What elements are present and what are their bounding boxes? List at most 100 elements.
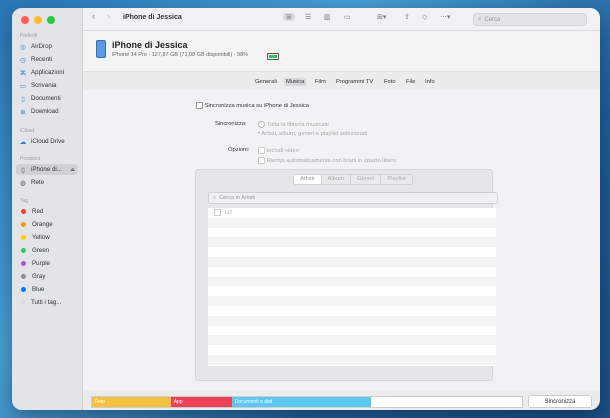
sidebar-tag-yellow[interactable]: Yellow	[16, 232, 78, 243]
tab-generali[interactable]: Generali	[253, 78, 279, 86]
sidebar-item-iphone[interactable]: ▯ iPhone di... ⏏	[16, 164, 78, 175]
forward-icon[interactable]: ›	[107, 11, 110, 21]
sidebar-tag-orange[interactable]: Orange	[16, 219, 78, 230]
storage-label: Documenti e dati	[234, 399, 273, 405]
finder-window: Preferiti ◎ AirDrop ◷ Recenti ⌘ Applicazion…	[12, 8, 600, 410]
tab-programmi-tv[interactable]: Programmi TV	[334, 78, 375, 86]
sidebar-tag-blue[interactable]: Blue	[16, 284, 78, 295]
column-view-icon[interactable]: ▥	[324, 13, 331, 21]
tag-dot-icon	[21, 209, 26, 214]
segment-artisti[interactable]: Artisti	[294, 175, 322, 184]
sidebar-item-airdrop[interactable]: ◎ AirDrop	[16, 41, 78, 52]
include-video-checkbox[interactable]: Includi video	[258, 147, 299, 154]
sidebar-item-label: Yellow	[32, 234, 50, 241]
sidebar-item-recenti[interactable]: ◷ Recenti	[16, 54, 78, 65]
sidebar-all-tags[interactable]: ◌ Tutti i tag...	[16, 297, 78, 308]
tab-info[interactable]: Info	[423, 78, 437, 86]
option-label: Riempi automaticamente con brani in spaz…	[266, 158, 397, 165]
search-field[interactable]: ⌕ Cerca	[473, 13, 587, 26]
device-header: iPhone di Jessica iPhone 14 Pro · 127,87…	[83, 31, 600, 72]
list-item	[208, 237, 496, 248]
back-icon[interactable]: ‹	[92, 11, 95, 21]
sync-selected-option[interactable]: • Artisti, album, generi e playlist sele…	[258, 131, 367, 137]
sidebar-item-label: iCloud Drive	[31, 138, 65, 145]
sidebar-item-label: Purple	[32, 260, 50, 267]
document-icon: ▯	[21, 95, 25, 103]
sync-music-checkbox[interactable]: Sincronizza musica su iPhone di Jessica	[196, 102, 309, 109]
list-item	[208, 315, 496, 326]
sidebar-item-download[interactable]: ⊕ Download	[16, 106, 78, 117]
group-icon[interactable]: ⊞▾	[377, 13, 386, 21]
icon-view-icon[interactable]: ⊞	[283, 13, 295, 21]
list-item	[208, 228, 496, 238]
tag-icon[interactable]: ◇	[422, 13, 427, 21]
sidebar-item-label: Rete	[31, 179, 45, 186]
sync-button[interactable]: Sincronizza	[528, 395, 592, 408]
window-controls	[21, 16, 55, 24]
list-item	[208, 276, 496, 287]
radio-selected-icon[interactable]: •	[258, 131, 260, 137]
search-input: Cerca	[484, 16, 501, 23]
network-icon: ◍	[20, 179, 26, 187]
more-icon[interactable]: ⋯▾	[440, 13, 451, 21]
tag-dot-icon	[21, 235, 26, 240]
section-title-icloud: iCloud	[20, 128, 35, 134]
tag-dot-icon	[21, 261, 26, 266]
list-item	[208, 335, 496, 346]
sidebar-tag-red[interactable]: Red	[16, 206, 78, 217]
sidebar-item-label: Recenti	[31, 56, 52, 63]
sidebar-item-label: Red	[32, 208, 44, 215]
sidebar-tag-gray[interactable]: Gray	[16, 271, 78, 282]
close-button[interactable]	[21, 16, 29, 24]
option-label: Artisti, album, generi e playlist selezi…	[261, 131, 368, 137]
list-item	[208, 326, 496, 336]
sidebar-item-icloud-drive[interactable]: ☁ iCloud Drive	[16, 136, 78, 147]
list-item	[208, 247, 496, 257]
gallery-view-icon[interactable]: ▭	[344, 13, 351, 21]
list-item	[208, 286, 496, 296]
sidebar-tag-green[interactable]: Green	[16, 245, 78, 256]
storage-segment-foto: Foto	[92, 397, 171, 407]
music-pane: Sincronizza musica su iPhone di Jessica …	[83, 90, 600, 390]
tab-musica[interactable]: Musica	[284, 78, 307, 86]
options-heading: Opzioni:	[228, 147, 250, 153]
option-label: Tutta la libreria musicale	[266, 122, 330, 129]
tab-film[interactable]: Film	[313, 78, 328, 86]
tag-dot-icon	[21, 274, 26, 279]
radio[interactable]	[258, 121, 265, 128]
sidebar-item-scrivania[interactable]: ▭ Scrivania	[16, 80, 78, 91]
tags-icon: ◌	[21, 299, 25, 306]
share-icon[interactable]: ⇪	[404, 13, 410, 21]
sidebar-item-label: Blue	[32, 286, 45, 293]
artist-search-field[interactable]: ⌕ Cerca in Artisti	[208, 192, 498, 204]
checkbox[interactable]	[258, 147, 265, 154]
sync-heading: Sincronizza:	[215, 121, 247, 127]
checkbox[interactable]	[214, 209, 221, 217]
tab-foto[interactable]: Foto	[382, 78, 398, 86]
sidebar-item-label: Download	[31, 108, 59, 115]
minimize-button[interactable]	[34, 16, 42, 24]
clock-icon: ◷	[20, 56, 26, 64]
checkbox[interactable]	[196, 102, 203, 109]
list-item[interactable]: U2	[208, 208, 496, 218]
section-title-posizioni: Posizioni	[20, 156, 41, 162]
zoom-button[interactable]	[47, 16, 55, 24]
desktop-icon: ▭	[19, 82, 27, 90]
autofill-checkbox[interactable]: Riempi automaticamente con brani in spaz…	[258, 157, 396, 164]
sidebar-item-applicazioni[interactable]: ⌘ Applicazioni	[16, 67, 78, 78]
sync-all-option[interactable]: Tutta la libreria musicale	[258, 121, 329, 128]
sidebar-tag-purple[interactable]: Purple	[16, 258, 78, 269]
checkbox[interactable]	[258, 157, 265, 164]
list-item	[208, 345, 496, 355]
segment-generi[interactable]: Generi	[351, 175, 382, 184]
apps-icon: ⌘	[19, 69, 27, 77]
segment-album[interactable]: Album	[322, 175, 351, 184]
eject-icon[interactable]: ⏏	[70, 167, 75, 173]
sidebar-item-documenti[interactable]: ▯ Documenti	[16, 93, 78, 104]
sidebar-item-label: Applicazioni	[31, 69, 65, 76]
tab-file[interactable]: File	[404, 78, 417, 86]
segment-playlist[interactable]: Playlist	[381, 175, 411, 184]
sidebar-item-rete[interactable]: ◍ Rete	[16, 177, 78, 188]
sidebar-item-label: iPhone di...	[31, 166, 62, 173]
list-view-icon[interactable]: ☰	[305, 13, 311, 21]
